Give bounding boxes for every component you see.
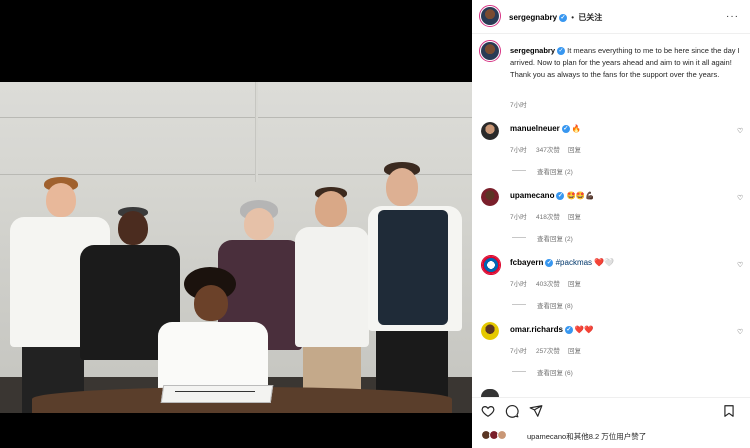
view-replies[interactable]: 查看回复 (2) xyxy=(537,166,573,176)
comment-icon[interactable] xyxy=(505,404,519,418)
comment-time: 7小时 xyxy=(510,348,527,355)
share-icon[interactable] xyxy=(529,404,543,418)
verified-icon: ✓ xyxy=(559,13,568,22)
replies-line xyxy=(512,170,526,171)
separator: • xyxy=(571,13,575,22)
comment-username[interactable]: upamecano ✓ 🤩🤩💪🏿 xyxy=(510,191,594,200)
reply-button[interactable]: 回复 xyxy=(568,211,581,221)
comment-username[interactable]: fcbayern ✓ #packmas ❤️🤍 xyxy=(510,258,614,267)
actions-divider xyxy=(472,397,750,398)
comment-likes[interactable]: 347次赞 xyxy=(536,144,560,154)
reply-button[interactable]: 回复 xyxy=(568,345,581,355)
contract-paper xyxy=(160,385,274,403)
verified-icon: ✓ xyxy=(556,191,565,200)
comment-text: ❤️❤️ xyxy=(574,325,594,335)
comment-likes[interactable]: 257次赞 xyxy=(536,345,560,355)
header-username[interactable]: sergegnabry ✓ • 已关注 xyxy=(509,12,602,23)
heart-icon[interactable] xyxy=(481,404,495,418)
caption-time: 7小时 xyxy=(510,102,527,109)
caption-avatar[interactable] xyxy=(479,40,501,62)
comment-avatar[interactable] xyxy=(481,255,501,275)
view-replies[interactable]: 查看回复 (8) xyxy=(537,300,573,310)
heart-icon[interactable]: ♡ xyxy=(737,328,743,336)
reply-button[interactable]: 回复 xyxy=(568,278,581,288)
comment-likes[interactable]: 418次赞 xyxy=(536,211,560,221)
comment-username[interactable]: omar.richards ✓ ❤️❤️ xyxy=(510,325,594,334)
comment-time: 7小时 xyxy=(510,214,527,221)
heart-icon[interactable]: ♡ xyxy=(737,194,743,202)
comment-avatar[interactable] xyxy=(481,389,499,397)
comment-avatar[interactable] xyxy=(481,322,499,340)
comment-time: 7小时 xyxy=(510,147,527,154)
reply-button[interactable]: 回复 xyxy=(568,144,581,154)
pillar xyxy=(255,82,258,182)
heart-icon[interactable]: ♡ xyxy=(737,261,743,269)
caption-username[interactable]: sergegnabry xyxy=(510,46,555,55)
comment-avatar[interactable] xyxy=(481,122,499,140)
replies-line xyxy=(512,371,526,372)
replies-line xyxy=(512,304,526,305)
verified-icon: ✓ xyxy=(561,124,570,133)
comment-username[interactable]: manuelneuer ✓ 🔥 xyxy=(510,124,581,133)
caption: sergegnabry ✓ It means everything to me t… xyxy=(510,45,746,81)
verified-icon: ✓ xyxy=(557,47,566,56)
wall-line xyxy=(0,117,472,118)
heart-icon[interactable]: ♡ xyxy=(737,127,743,135)
bookmark-icon[interactable] xyxy=(722,404,736,418)
comment-time: 7小时 xyxy=(510,281,527,288)
pen xyxy=(175,391,255,392)
comment-avatar[interactable] xyxy=(481,188,499,206)
comment-text: 🤩🤩💪🏿 xyxy=(566,191,595,201)
follow-state[interactable]: 已关注 xyxy=(578,13,602,22)
likes-summary[interactable]: upamecano和其他8.2 万位用户赞了 xyxy=(527,431,646,442)
view-replies[interactable]: 查看回复 (6) xyxy=(537,367,573,377)
verified-icon: ✓ xyxy=(545,258,554,267)
comment-text: #packmas ❤️🤍 xyxy=(555,258,615,267)
liker-avatar[interactable] xyxy=(497,430,507,440)
header-divider xyxy=(472,33,750,34)
view-replies[interactable]: 查看回复 (2) xyxy=(537,233,573,243)
post-photo xyxy=(0,0,472,448)
comment-likes[interactable]: 403次赞 xyxy=(536,278,560,288)
photo-scene xyxy=(0,82,472,413)
author-avatar[interactable] xyxy=(479,5,501,27)
comment-text: 🔥 xyxy=(571,124,582,134)
verified-icon: ✓ xyxy=(564,325,573,334)
replies-line xyxy=(512,237,526,238)
more-icon[interactable]: ··· xyxy=(726,11,739,22)
